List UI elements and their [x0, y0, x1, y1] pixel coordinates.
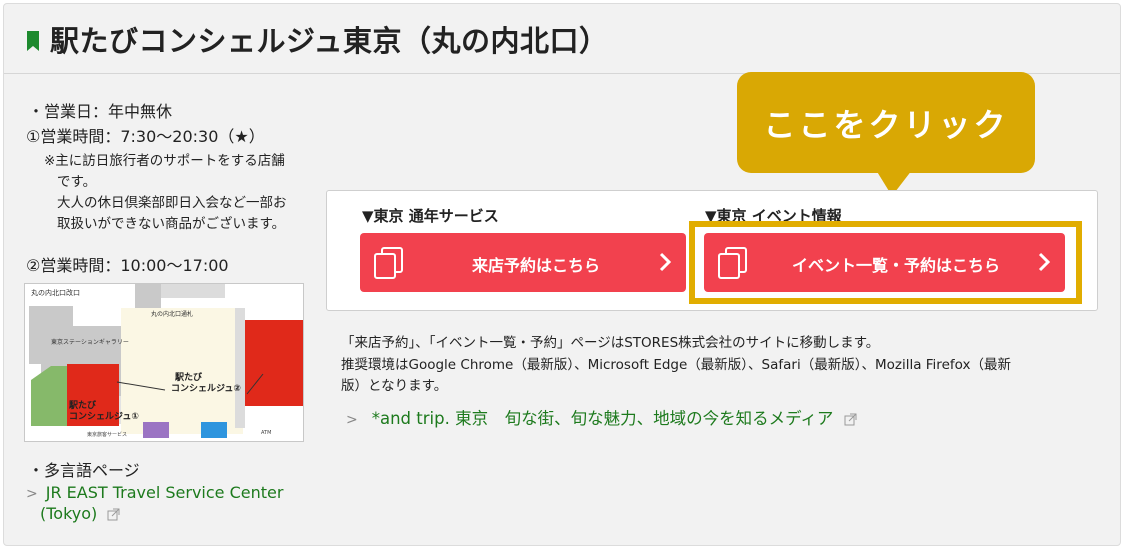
map-label-concierge2-a: 駅たび: [175, 371, 203, 383]
chevron-right-icon: [659, 252, 671, 272]
chevron-right-icon: >: [26, 486, 38, 502]
map-label-service: 東京旅客サービス: [87, 431, 127, 438]
highlight-frame: [689, 221, 1082, 304]
map-label-passage: 丸の内北口通札: [151, 310, 193, 318]
year-round-heading: ▼東京 通年サービス: [362, 207, 499, 225]
map-label-gallery: 東京ステーションギャラリー: [51, 338, 129, 346]
map-label-concierge1-b: コンシェルジュ①: [69, 411, 139, 422]
store-reservation-button[interactable]: 来店予約はこちら: [360, 233, 686, 292]
floor-map-image: 丸の内北口改口 東京ステーションギャラリー 丸の内北口通札 駅たび コンシェルジ…: [25, 284, 303, 441]
andtrip-link[interactable]: > *and trip. 東京 旬な街、旬な魅力、地域の今を知るメディア: [346, 405, 857, 429]
multilang-link-text-2[interactable]: (Tokyo): [40, 504, 97, 523]
notes-line: 「来店予約」、「イベント一覧・予約」ページはSTORES株式会社のサイトに移動し…: [341, 335, 880, 351]
store-reservation-label: 来店予約はこちら: [472, 256, 601, 275]
andtrip-link-text[interactable]: *and trip. 東京 旬な街、旬な魅力、地域の今を知るメディア: [372, 409, 834, 428]
multilang-heading: ・多言語ページ: [28, 461, 140, 480]
note-line: ※主に訪日旅行者のサポートをする店舗: [44, 153, 285, 169]
map-label-atm: ATM: [261, 430, 271, 436]
multilang-link-text-1[interactable]: JR EAST Travel Service Center: [46, 483, 284, 502]
multilang-link[interactable]: > JR EAST Travel Service Center: [26, 483, 283, 502]
note-line: です。: [57, 174, 97, 190]
documents-icon: [374, 247, 403, 279]
page-title: 駅たびコンシェルジュ東京（丸の内北口）: [50, 24, 609, 58]
opening-hours-1: ①営業時間：7:30〜20:30（★）: [26, 127, 265, 146]
chevron-right-icon: >: [346, 412, 358, 428]
bookmark-icon: [27, 31, 39, 51]
notes-line: 推奨環境はGoogle Chrome（最新版）、Microsoft Edge（最…: [341, 357, 1011, 373]
external-link-icon: [107, 508, 120, 521]
click-here-callout: ここをクリック: [737, 72, 1035, 173]
callout-text: ここをクリック: [763, 106, 1009, 144]
notes-line: 版）となります。: [341, 378, 448, 394]
map-label-concierge1-a: 駅たび: [69, 399, 97, 411]
floor-map: 丸の内北口改口 東京ステーションギャラリー 丸の内北口通札 駅たび コンシェルジ…: [24, 283, 304, 442]
note-line: 取扱いができない商品がございます。: [57, 216, 286, 232]
business-days: ・営業日：年中無休: [28, 102, 173, 121]
map-label-exit: 丸の内北口改口: [31, 288, 80, 297]
multilang-link-line2[interactable]: (Tokyo): [40, 504, 120, 523]
map-label-concierge2-b: コンシェルジュ②: [171, 383, 241, 394]
note-line: 大人の休日倶楽部即日入会など一部お: [57, 195, 287, 211]
opening-hours-2: ②営業時間：10:00〜17:00: [26, 256, 229, 275]
external-link-icon: [844, 413, 857, 426]
title-bar: 駅たびコンシェルジュ東京（丸の内北口）: [4, 4, 1120, 74]
